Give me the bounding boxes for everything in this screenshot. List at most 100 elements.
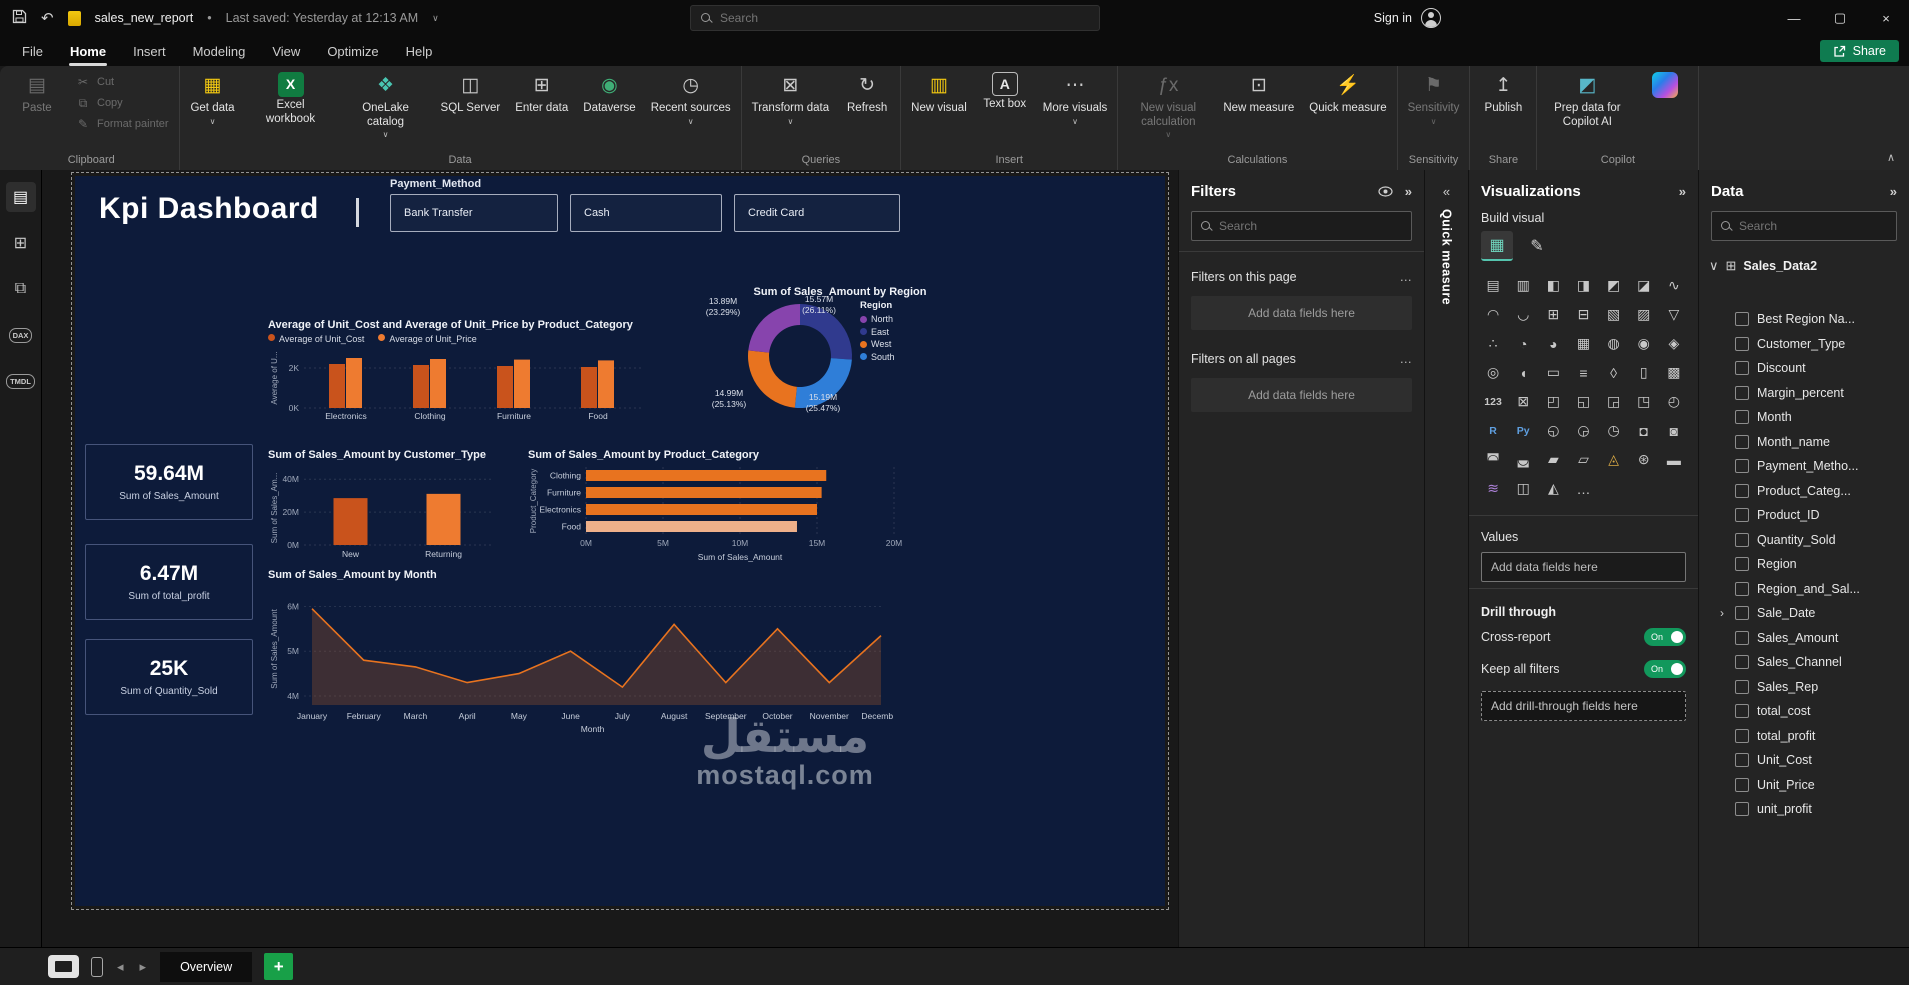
visual-metrics-icon[interactable]: ◳	[1630, 389, 1658, 414]
field-checkbox[interactable]	[1735, 581, 1749, 596]
dashboard-title[interactable]: Kpi Dashboard	[99, 192, 319, 226]
visual-power-apps-icon[interactable]: ◱	[1569, 389, 1597, 414]
ribbon-prep-data-for-copilot-ai-button[interactable]: ◩ Prep data for Copilot AI	[1547, 72, 1627, 129]
visual-area-chart-icon[interactable]: ◠	[1479, 302, 1507, 327]
visual-gauge-icon[interactable]: ◖	[1509, 360, 1537, 385]
visual-smart-narrative-icon[interactable]: ◷	[1600, 418, 1628, 443]
drill-through-field-well[interactable]: Add drill-through fields here	[1481, 691, 1686, 721]
slicer-option-credit-card[interactable]: Credit Card	[734, 194, 900, 232]
field-checkbox[interactable]	[1735, 385, 1749, 400]
section-more-icon[interactable]: …	[1400, 270, 1413, 284]
visual-kpi-icon[interactable]: ◊	[1600, 360, 1628, 385]
visual-100-stacked-column-chart-icon[interactable]: ◪	[1630, 273, 1658, 298]
field-month[interactable]: Month	[1699, 405, 1909, 430]
visual-clustered-column-chart-icon[interactable]: ◨	[1569, 273, 1597, 298]
sign-in-link[interactable]: Sign in	[1374, 11, 1412, 25]
slicer-option-cash[interactable]: Cash	[570, 194, 722, 232]
visual-card-icon[interactable]: ▭	[1539, 360, 1567, 385]
field-customer-type[interactable]: Customer_Type	[1699, 332, 1909, 357]
visual-clustered-bar-chart-icon[interactable]: ◧	[1539, 273, 1567, 298]
ribbon-enter-data-button[interactable]: ⊞ Enter data	[515, 72, 568, 116]
values-field-well[interactable]: Add data fields here	[1481, 552, 1686, 582]
global-search-box[interactable]	[690, 5, 1100, 31]
filters-search-box[interactable]	[1191, 211, 1412, 241]
field-sales-channel[interactable]: Sales_Channel	[1699, 650, 1909, 675]
previous-page-button[interactable]: ◂	[115, 959, 126, 975]
kpi-card-quantity-sold[interactable]: 25K Sum of Quantity_Sold	[85, 639, 253, 715]
page-tab-overview[interactable]: Overview	[160, 951, 253, 982]
field-sale-date[interactable]: › Sale_Date	[1699, 601, 1909, 626]
field-checkbox[interactable]	[1735, 777, 1749, 792]
ribbon-more-visuals-button[interactable]: ⋯ More visuals ∨	[1043, 72, 1108, 126]
customer-type-chart[interactable]: Sum of Sales_Amount by Customer_Type 0M 2…	[268, 449, 508, 566]
quick-measure-pane-label[interactable]: Quick measure	[1440, 209, 1454, 305]
visual-waterfall-chart-icon[interactable]: ▨	[1630, 302, 1658, 327]
filters-search-input[interactable]	[1219, 219, 1402, 233]
ribbon-new-measure-button[interactable]: ⊡ New measure	[1223, 72, 1294, 116]
field-quantity-sold[interactable]: Quantity_Sold	[1699, 528, 1909, 553]
field-checkbox[interactable]	[1735, 704, 1749, 719]
expand-quick-measure-icon[interactable]: «	[1443, 184, 1450, 199]
mobile-layout-button[interactable]	[91, 956, 103, 977]
field-checkbox[interactable]	[1735, 361, 1749, 376]
visual-decomposition-tree-icon[interactable]: ◶	[1569, 418, 1597, 443]
visual-q-and-a-icon[interactable]: ◴	[1660, 389, 1688, 414]
ribbon-get-data-button[interactable]: ▦ Get data ∨	[190, 72, 236, 126]
visual-100-stacked-bar-chart-icon[interactable]: ◩	[1600, 273, 1628, 298]
visual-tornado-chart-icon[interactable]: ◭	[1539, 476, 1567, 501]
filters-field-well-1[interactable]: Add data fields here	[1191, 378, 1412, 412]
collapse-data-pane-icon[interactable]: »	[1890, 184, 1897, 199]
visual-donut-chart-icon[interactable]: ◕	[1539, 331, 1567, 356]
title-chevron-down-icon[interactable]: ∨	[432, 13, 439, 24]
field-unit-price[interactable]: Unit_Price	[1699, 773, 1909, 798]
kpi-card-sales-amount[interactable]: 59.64M Sum of Sales_Amount	[85, 444, 253, 520]
field-checkbox[interactable]	[1735, 630, 1749, 645]
field-margin-percent[interactable]: Margin_percent	[1699, 381, 1909, 406]
report-canvas[interactable]: Kpi Dashboard Payment_Method Bank Transf…	[42, 170, 1178, 947]
visual-get-more-visuals-icon[interactable]: …	[1569, 476, 1597, 501]
visual-arcgis-map-icon[interactable]: ◘	[1630, 418, 1658, 443]
visual-slicer-icon[interactable]: ▯	[1630, 360, 1658, 385]
visual-python-visual-icon[interactable]: Py	[1509, 418, 1537, 443]
field-unit-profit[interactable]: unit_profit	[1699, 797, 1909, 822]
visual-scorecard-icon[interactable]: ◙	[1660, 418, 1688, 443]
visual-matrix-icon[interactable]: ⊠	[1509, 389, 1537, 414]
visual-button-slicer-icon[interactable]: ▰	[1539, 447, 1567, 472]
collapse-ribbon-icon[interactable]: ∧	[1887, 151, 1895, 164]
field-payment-metho-[interactable]: Payment_Metho...	[1699, 454, 1909, 479]
save-icon[interactable]	[12, 9, 27, 27]
field-discount[interactable]: Discount	[1699, 356, 1909, 381]
report-view-button[interactable]: ▤	[5, 182, 36, 212]
visual-filled-map-icon[interactable]: ◉	[1630, 331, 1658, 356]
table-view-button[interactable]: ⊞	[6, 228, 36, 258]
format-visual-mode-icon[interactable]: ✎	[1521, 231, 1553, 261]
visual-azure-map-icon[interactable]: ◎	[1479, 360, 1507, 385]
field-sales-amount[interactable]: Sales_Amount	[1699, 626, 1909, 651]
close-button[interactable]: ×	[1863, 0, 1909, 36]
field-checkbox[interactable]	[1735, 336, 1749, 351]
ribbon-quick-measure-button[interactable]: ⚡ Quick measure	[1309, 72, 1386, 116]
visual-multi-row-card-icon[interactable]: ≡	[1569, 360, 1597, 385]
field-region[interactable]: Region	[1699, 552, 1909, 577]
field-checkbox[interactable]	[1735, 753, 1749, 768]
visual-stacked-bar-chart-icon[interactable]: ▤	[1479, 273, 1507, 298]
data-search-box[interactable]	[1711, 211, 1897, 241]
chevron-down-icon[interactable]: ∨	[1709, 258, 1719, 274]
product-category-chart[interactable]: Sum of Sales_Amount by Product_Category …	[528, 449, 918, 568]
field-best-region-na-[interactable]: Best Region Na...	[1699, 307, 1909, 332]
field-sales-rep[interactable]: Sales_Rep	[1699, 675, 1909, 700]
ribbon-refresh-button[interactable]: ↻ Refresh	[844, 72, 890, 116]
field-total-profit[interactable]: total_profit	[1699, 724, 1909, 749]
menu-optimize[interactable]: Optimize	[327, 44, 378, 59]
ribbon-dataverse-button[interactable]: ◉ Dataverse	[583, 72, 635, 116]
field-product-id[interactable]: Product_ID	[1699, 503, 1909, 528]
ribbon-publish-button[interactable]: ↥ Publish	[1480, 72, 1526, 116]
visual-bookmark-navigator-icon[interactable]: ◚	[1479, 447, 1507, 472]
field-checkbox[interactable]	[1735, 410, 1749, 425]
menu-insert[interactable]: Insert	[133, 44, 166, 59]
field-checkbox[interactable]	[1735, 434, 1749, 449]
ribbon-excel-workbook-button[interactable]: X Excel workbook	[251, 72, 331, 126]
visual-r-script-visual-icon[interactable]: R	[1479, 418, 1507, 443]
cross-report-toggle[interactable]: On	[1644, 628, 1686, 646]
ribbon-transform-data-button[interactable]: ⊠ Transform data ∨	[752, 72, 830, 126]
